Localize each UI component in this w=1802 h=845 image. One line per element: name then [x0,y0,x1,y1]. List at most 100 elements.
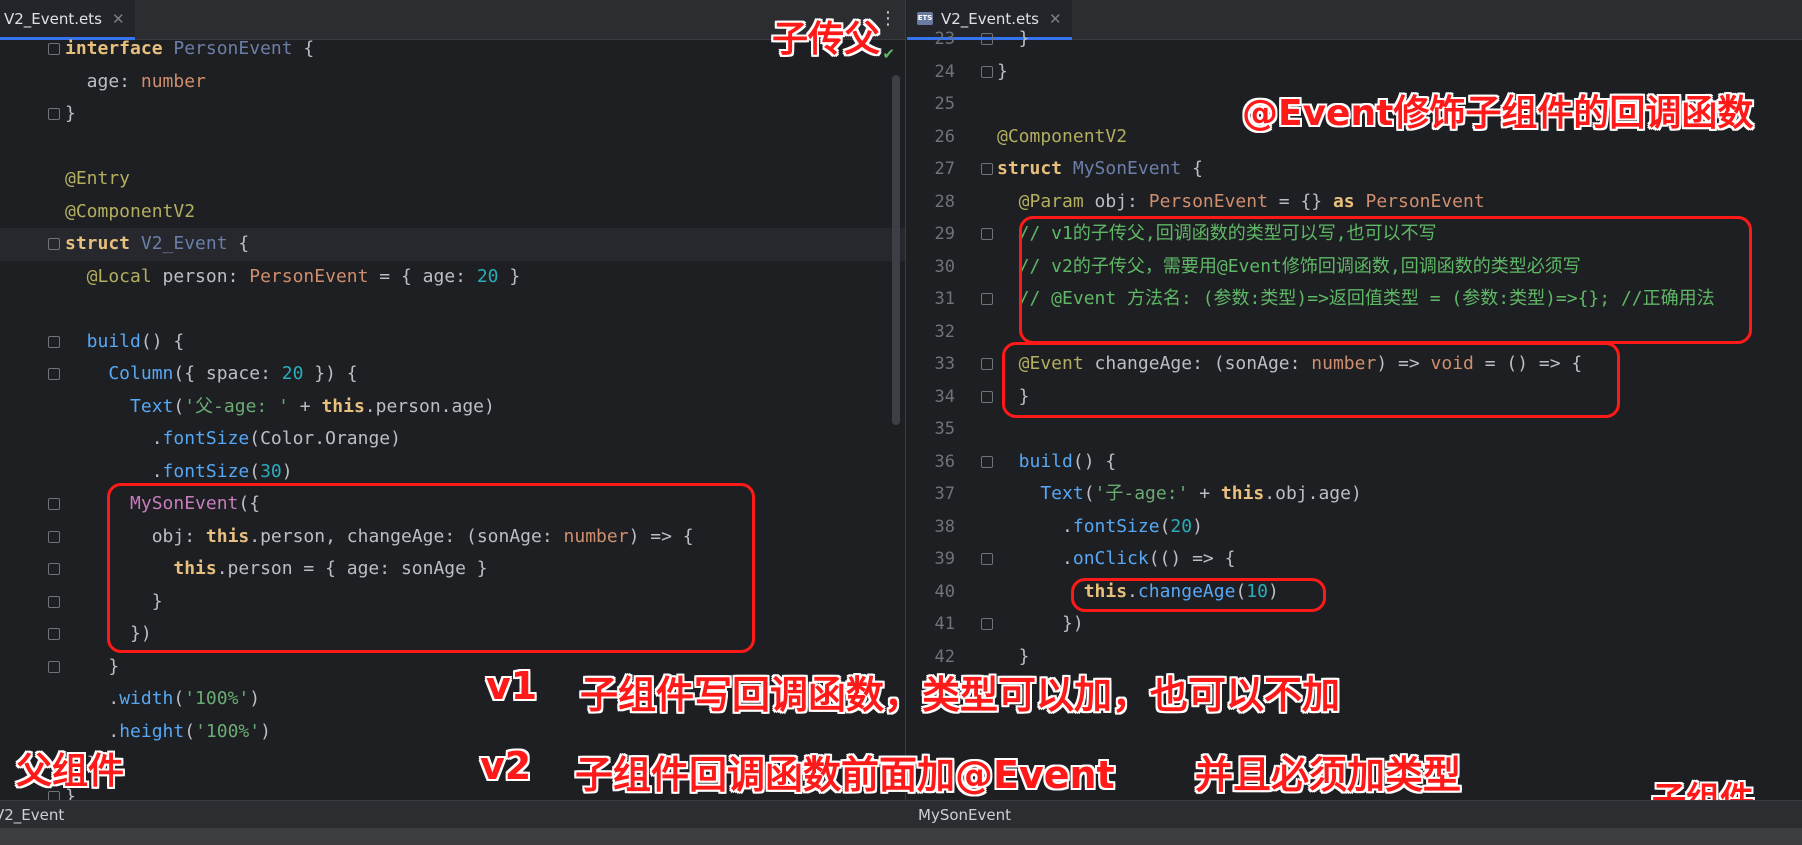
code-line[interactable]: @Local person: PersonEvent = { age: 20 } [0,261,905,294]
code-token: PersonEvent [249,265,380,287]
annotation-event-callback: @Event修饰子组件的回调函数 [1242,93,1754,134]
code-line[interactable]: age: number [0,66,905,99]
breadcrumb-right[interactable]: MySonEvent [918,806,1011,824]
code-token: } [498,265,521,287]
callback-usage-box [107,483,755,653]
line-number: 28 [934,191,955,212]
annotation-v2-text: 子组件回调函数前面加@Event [575,753,1115,797]
code-token: V2_Event [140,233,239,254]
fold-marker-icon[interactable] [981,553,993,565]
line-number: 34 [934,386,955,407]
code-line[interactable]: .fontSize(Color.Orange) [0,423,905,456]
fold-marker-icon[interactable] [981,455,993,468]
close-icon[interactable]: ✕ [112,10,125,28]
fold-marker-icon[interactable] [48,108,60,120]
code-token: + [288,395,322,417]
code-token: @Local [65,265,163,287]
change-age-call-box [1071,578,1326,612]
code-line[interactable] [0,293,905,326]
code-token: 20 [1170,515,1193,537]
more-options-icon[interactable]: ⋮ [879,10,897,28]
code-token: + [1188,483,1221,504]
code-line[interactable]: @ComponentV2 [0,196,905,229]
code-text: Column({ space: 20 }) { [65,358,357,391]
code-line[interactable]: 28 @Param obj: PersonEvent = {} as Perso… [907,186,1802,219]
fold-marker-icon[interactable] [48,498,60,510]
code-text: .fontSize(20) [997,511,1203,544]
code-token: 20 [281,363,304,384]
code-token: .person.age) [364,395,495,417]
fold-marker-icon[interactable] [981,293,993,305]
line-number: 23 [934,29,955,49]
code-line[interactable]: 40 this.changeAge(10) [907,576,1802,609]
code-line[interactable]: 39 .onClick(() => { [907,543,1802,576]
line-number: 24 [934,61,955,82]
code-token: ( [173,395,185,417]
line-number: 39 [934,549,955,569]
code-line[interactable]: Text('父-age: ' + this.person.age) [0,391,905,424]
fold-marker-icon[interactable] [48,43,60,55]
code-line[interactable] [0,131,905,164]
fold-marker-icon[interactable] [981,618,993,630]
code-token: ( [1159,515,1171,537]
code-text: build() { [65,326,185,359]
line-number: 29 [934,224,955,244]
code-token: @ComponentV2 [65,200,196,222]
code-line[interactable]: struct V2_Event { [0,228,905,261]
code-line[interactable]: build() { [0,326,905,359]
fold-marker-icon[interactable] [981,65,993,78]
fold-marker-icon[interactable] [981,163,993,175]
code-text: } [65,98,76,131]
fold-marker-icon[interactable] [981,390,993,403]
code-line[interactable]: Column({ space: 20 }) { [0,358,905,391]
code-line[interactable]: 27 struct MySonEvent { [907,153,1802,186]
code-token: = {} [1278,190,1333,212]
tab-filename: V2_Event.ets [4,9,102,28]
code-line[interactable]: 37 Text('子-age:' + this.obj.age) [907,478,1802,511]
line-number: 26 [934,126,955,147]
line-number: 30 [934,256,955,277]
code-line[interactable]: 36 build() { [907,446,1802,479]
code-token: (Color.Orange) [249,428,401,449]
code-line[interactable]: 23 } [907,23,1802,56]
fold-marker-icon[interactable] [48,530,60,543]
code-line[interactable]: @Entry [0,163,905,196]
fold-marker-icon[interactable] [981,33,993,45]
code-token: ( [1083,483,1095,504]
code-line[interactable]: 41 }) [907,608,1802,641]
code-line[interactable]: interface PersonEvent { [0,33,905,66]
code-token: person: [162,265,250,287]
code-text: age: number [65,66,206,99]
fold-marker-icon[interactable] [48,368,60,380]
code-token: Text [65,395,174,417]
code-token: .obj.age) [1264,483,1362,504]
annotation-child-to-parent: 子传父 [772,19,881,60]
fold-marker-icon[interactable] [981,228,993,240]
fold-marker-icon[interactable] [48,595,60,608]
code-token: 30 [260,460,282,482]
breadcrumb-left[interactable]: V2_Event [0,806,64,824]
fold-marker-icon[interactable] [48,628,60,640]
code-token: { [303,38,315,59]
code-line[interactable]: 38 .fontSize(20) [907,511,1802,544]
fold-marker-icon[interactable] [48,563,60,575]
code-token: '100%' [184,688,250,709]
line-number: 40 [934,581,955,602]
code-line[interactable]: } [0,98,905,131]
code-text: @Param obj: PersonEvent = {} as PersonEv… [997,186,1485,219]
code-text: Text('子-age:' + this.obj.age) [997,478,1362,511]
code-token: (() => { [1148,548,1236,569]
code-token: Column [65,363,174,384]
fold-marker-icon[interactable] [48,660,60,673]
code-text: .fontSize(Color.Orange) [65,423,401,456]
code-token: . [65,688,120,709]
fold-marker-icon[interactable] [48,335,60,348]
left-scrollbar[interactable] [892,75,900,425]
code-token: build [997,450,1073,472]
code-token: () { [1072,450,1117,472]
code-token: () { [140,330,185,352]
fold-marker-icon[interactable] [981,358,993,370]
fold-marker-icon[interactable] [48,238,60,250]
line-number: 36 [934,451,955,472]
code-token: = { age: [379,265,477,287]
